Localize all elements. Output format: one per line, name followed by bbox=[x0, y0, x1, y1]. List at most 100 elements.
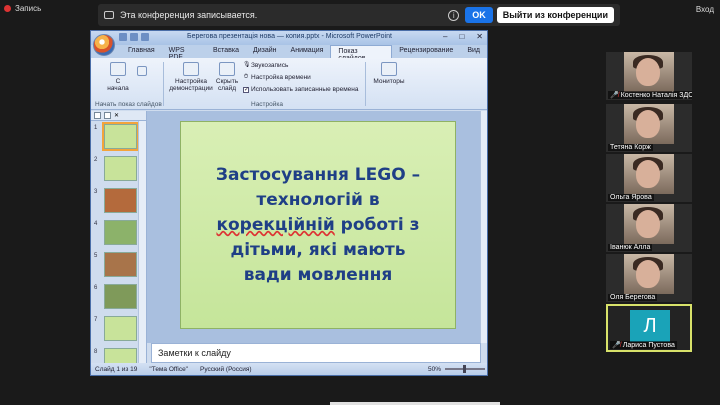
recording-label: Запись bbox=[15, 4, 42, 13]
slides-tab-icon[interactable] bbox=[94, 112, 101, 119]
leave-conference-button[interactable]: Выйти из конференции bbox=[496, 7, 614, 23]
recording-notice-text: Эта конференция записывается. bbox=[120, 10, 258, 20]
record-narration-label: Звукозапись bbox=[251, 62, 289, 69]
monitors-label: Мониторы bbox=[373, 78, 405, 85]
redo-icon[interactable] bbox=[141, 33, 149, 41]
hide-slide-button[interactable]: Скрыть слайд bbox=[213, 62, 241, 92]
thumbnail-image bbox=[104, 348, 137, 363]
record-dot-icon bbox=[4, 5, 11, 12]
ribbon-divider bbox=[365, 62, 366, 106]
participant-name: Ольга Ярова bbox=[608, 194, 654, 201]
thumbnail-number: 1 bbox=[94, 125, 98, 131]
checkbox-checked-icon: ✓ bbox=[243, 86, 250, 93]
rehearse-timings-label: Настройка времени bbox=[251, 74, 311, 81]
slide-title[interactable]: Застосування LEGO – технологій в корекці… bbox=[198, 163, 438, 288]
from-beginning-button[interactable]: С начала bbox=[105, 62, 131, 92]
ribbon-tabs: Главная WPS PDF Вставка Дизайн Анимация … bbox=[91, 45, 487, 62]
thumbnail-number: 7 bbox=[94, 317, 98, 323]
tab-insert[interactable]: Вставка bbox=[206, 45, 246, 58]
recording-icon bbox=[104, 11, 114, 19]
participant-tile[interactable]: Тетяна Корж bbox=[606, 104, 692, 152]
from-current-button[interactable] bbox=[135, 66, 149, 78]
thumbnail-image bbox=[104, 220, 137, 245]
slide-editing-area: Застосування LEGO – технологій в корекці… bbox=[147, 111, 487, 343]
participant-tile[interactable]: Л 🎤̸ Лариса Пустова bbox=[606, 304, 692, 352]
zoom-control[interactable]: 50% bbox=[427, 365, 487, 373]
info-icon[interactable]: i bbox=[448, 9, 460, 21]
setup-label-1: Настройка bbox=[175, 78, 207, 85]
participant-tile[interactable]: Оля Берегова bbox=[606, 254, 692, 302]
monitors-button[interactable]: Мониторы bbox=[371, 62, 407, 85]
slide-title-line: Застосування LEGO – bbox=[215, 164, 421, 185]
participant-name: Оля Берегова bbox=[608, 294, 658, 301]
tab-home[interactable]: Главная bbox=[121, 45, 162, 58]
participant-name: 🎤̸ Лариса Пустова bbox=[610, 341, 677, 349]
thumbnail-number: 5 bbox=[94, 253, 98, 259]
participant-name: Тетяна Корж bbox=[608, 144, 653, 151]
participant-name-text: Ольга Ярова bbox=[610, 194, 652, 201]
slide-title-line: технологій в bbox=[256, 189, 380, 210]
participant-face bbox=[636, 160, 660, 188]
play-slideshow-icon bbox=[110, 62, 126, 76]
tab-review[interactable]: Рецензирование bbox=[392, 45, 460, 58]
slide-title-line: вади мовлення bbox=[243, 264, 393, 285]
rehearse-timings-button[interactable]: ⏱ Настройка времени bbox=[243, 73, 311, 82]
office-button-icon[interactable] bbox=[93, 34, 115, 56]
clock-icon: ⏱ bbox=[243, 73, 249, 80]
window-controls: – □ ✕ bbox=[443, 32, 483, 41]
spellcheck-word: корекційній bbox=[216, 214, 335, 235]
window-title: Берегова презентація нова — копия.pptx -… bbox=[187, 33, 392, 40]
zoom-level: 50% bbox=[427, 365, 441, 373]
recording-notice-bar: Эта конференция записывается. i OK Выйти… bbox=[98, 4, 620, 26]
tab-wps-pdf[interactable]: WPS PDF bbox=[162, 45, 206, 61]
avatar: Л bbox=[630, 310, 670, 342]
top-right-label[interactable]: Вход bbox=[696, 5, 714, 14]
muted-mic-icon: 🎤̸ bbox=[612, 342, 621, 349]
participant-tile[interactable]: 🎤̸ Костенко Наталія ЗДО bbox=[606, 52, 692, 100]
participant-name-text: Оля Берегова bbox=[610, 294, 656, 301]
group-start-label: Начать показ слайдов bbox=[95, 101, 162, 108]
setup-icon bbox=[183, 62, 199, 76]
close-button[interactable]: ✕ bbox=[476, 32, 483, 41]
zoom-slider[interactable] bbox=[445, 365, 485, 373]
maximize-button[interactable]: □ bbox=[459, 32, 464, 41]
record-narration-button[interactable]: 🎙 Звукозапись bbox=[243, 61, 289, 70]
participant-name-text: Іванюк Алла bbox=[610, 244, 651, 251]
participant-name: 🎤̸ Костенко Наталія ЗДО bbox=[608, 91, 692, 99]
setup-slideshow-button[interactable]: Настройка демонстрации bbox=[169, 62, 213, 92]
participant-tile[interactable]: Іванюк Алла bbox=[606, 204, 692, 252]
participant-face bbox=[636, 210, 660, 238]
current-slide[interactable]: Застосування LEGO – технологій в корекці… bbox=[180, 121, 456, 329]
language-indicator[interactable]: Русский (Россия) bbox=[200, 366, 252, 373]
thumbnail-number: 3 bbox=[94, 189, 98, 195]
quick-access-toolbar bbox=[119, 33, 149, 41]
outline-tab-icon[interactable] bbox=[104, 112, 111, 119]
use-timings-checkbox[interactable]: ✓ Использовать записанные времена bbox=[243, 86, 359, 93]
slide-scrollbar[interactable] bbox=[480, 111, 487, 343]
setup-label-2: демонстрации bbox=[169, 85, 213, 92]
participant-face bbox=[636, 260, 660, 288]
close-pane-icon[interactable]: ✕ bbox=[114, 112, 121, 119]
notes-pane[interactable]: Заметки к слайду bbox=[151, 343, 481, 363]
thumbnail-image bbox=[104, 156, 137, 181]
tab-animation[interactable]: Анимация bbox=[284, 45, 331, 58]
tab-design[interactable]: Дизайн bbox=[246, 45, 284, 58]
muted-mic-icon: 🎤̸ bbox=[610, 92, 619, 99]
participant-face bbox=[636, 110, 660, 138]
thumbnails-scrollbar[interactable] bbox=[138, 121, 146, 363]
window-titlebar: Берегова презентація нова — копия.pptx -… bbox=[91, 31, 487, 45]
thumbnails-header: ✕ bbox=[91, 111, 146, 121]
save-icon[interactable] bbox=[119, 33, 127, 41]
ribbon-divider bbox=[163, 62, 164, 106]
ok-button[interactable]: OK bbox=[465, 7, 493, 23]
minimize-button[interactable]: – bbox=[443, 32, 447, 41]
participant-name-text: Лариса Пустова bbox=[622, 342, 675, 349]
slide-title-line: дітьми, які мають bbox=[230, 239, 406, 260]
undo-icon[interactable] bbox=[130, 33, 138, 41]
tab-view[interactable]: Вид bbox=[460, 45, 487, 58]
participant-tile[interactable]: Ольга Ярова bbox=[606, 154, 692, 202]
tab-slide-show[interactable]: Показ слайдов bbox=[330, 45, 393, 62]
thumbnail-image bbox=[104, 188, 137, 213]
microphone-icon: 🎙 bbox=[243, 61, 251, 68]
thumbnail-image bbox=[104, 284, 137, 309]
